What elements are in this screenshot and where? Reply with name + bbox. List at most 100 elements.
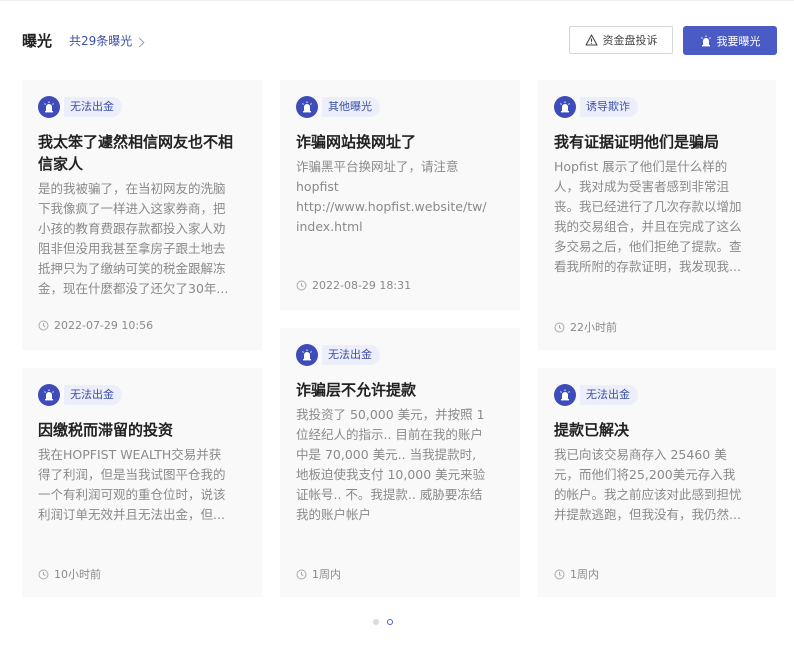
- excerpt-line: 我已向该交易商存入 25460 美: [554, 447, 727, 462]
- excerpt-line: 位经纪人的指示.. 目前在我的账户: [296, 427, 483, 442]
- category-tag: 无法出金: [38, 96, 246, 118]
- excerpt-line: 多交易之后，他们拒绝了提款。查: [554, 239, 742, 254]
- clock-icon: [296, 569, 307, 579]
- excerpt-line: 我的交易组合，并且在完成了这么: [554, 219, 742, 234]
- excerpt-line: 一个有利润可观的重仓位时，说该: [38, 487, 226, 502]
- card-excerpt: 我在HOPFIST WEALTH交易并获 得了利润，但是当我试图平仓我的 一个有…: [38, 445, 246, 525]
- excerpt-line: 阻非但没用我甚至拿房子跟土地去: [38, 241, 226, 256]
- category-tag: 诱导欺诈: [554, 96, 760, 118]
- alarm-icon: [296, 344, 318, 366]
- card-excerpt: 诈骗黑平台换网址了，请注意 hopfist http://www.hopfist…: [296, 157, 504, 237]
- carousel-pagination: [373, 619, 401, 625]
- excerpt-line: 金，现在什麼都没了还欠了30年...: [38, 281, 229, 296]
- excerpt-line: 地板迫使我支付 10,000 美元来验: [296, 467, 486, 482]
- excerpt-line: 得了利润，但是当我试图平仓我的: [38, 467, 226, 482]
- card-title-line: 我有证据证明他们是骗局: [554, 133, 720, 151]
- excerpt-line: 我投资了 50,000 美元，并按照 1: [296, 407, 485, 422]
- card-title-line: 诈骗网站换网址了: [296, 133, 417, 151]
- card-excerpt: 我已向该交易商存入 25460 美 元，而他们将25,200美元存入我 的帐户。…: [554, 445, 760, 525]
- excerpt-line: Hopfist 展示了他们是什么样的: [554, 159, 728, 174]
- clock-icon: [38, 569, 49, 579]
- category-label: 无法出金: [64, 385, 122, 405]
- alarm-icon: [38, 384, 60, 406]
- timestamp-text: 2022-07-29 10:56: [54, 319, 154, 332]
- card-title[interactable]: 因缴税而滞留的投资: [38, 419, 246, 441]
- pagination-dot-page-2-active[interactable]: [387, 619, 393, 625]
- expose-button-label: 我要曝光: [716, 34, 761, 48]
- excerpt-line: 看我所附的存款证明，我发现我...: [554, 259, 741, 274]
- clock-icon: [38, 320, 49, 331]
- excerpt-line: 的帐户。我之前应该对此感到担忧: [554, 487, 742, 502]
- card-timestamp: 2022-07-29 10:56: [38, 319, 153, 332]
- card-title-line: 提款已解决: [554, 421, 630, 439]
- alarm-icon: [38, 96, 60, 118]
- exposure-count-link[interactable]: 共29条曝光: [69, 34, 145, 49]
- warning-icon: [584, 34, 598, 46]
- category-label: 无法出金: [580, 385, 638, 405]
- excerpt-line: 中是 70,000 美元.. 当我提款时,: [296, 447, 477, 462]
- excerpt-line: 小孩的教育费跟存款都投入家人劝: [38, 221, 226, 236]
- excerpt-line: 利润订单无效并且无法出金，但...: [38, 507, 225, 522]
- expose-button[interactable]: 我要曝光: [683, 26, 777, 55]
- timestamp-text: 10小时前: [54, 568, 101, 581]
- card-title-line: 信家人: [38, 155, 84, 173]
- excerpt-line: 我在HOPFIST WEALTH交易并获: [38, 447, 222, 462]
- card-title-line: 我太笨了遽然相信网友也不相: [38, 133, 234, 151]
- chevron-right-icon: [134, 37, 145, 47]
- excerpt-line: 丧。我已经进行了几次存款以增加: [554, 199, 742, 214]
- card-timestamp: 22小时前: [554, 319, 617, 335]
- clock-icon: [296, 280, 307, 291]
- category-tag: 无法出金: [38, 384, 246, 406]
- category-label: 诱导欺诈: [580, 97, 638, 117]
- fund-scheme-complaint-button[interactable]: 资金盘投诉: [569, 26, 673, 54]
- exposure-card[interactable]: 其他曝光 诈骗网站换网址了 诈骗黑平台换网址了，请注意 hopfist http…: [280, 80, 520, 310]
- card-excerpt: 是的我被骗了，在当初网友的洗脑 下我像疯了一样进入这家券商，把 小孩的教育费跟存…: [38, 179, 246, 299]
- alarm-icon: [700, 35, 711, 46]
- card-timestamp: 1周内: [296, 566, 341, 582]
- clock-icon: [554, 322, 565, 332]
- card-excerpt: 我投资了 50,000 美元，并按照 1 位经纪人的指示.. 目前在我的账户 中…: [296, 405, 504, 525]
- excerpt-line: 下我像疯了一样进入这家券商，把: [38, 201, 226, 216]
- clock-icon: [554, 569, 565, 579]
- exposure-card[interactable]: 无法出金 提款已解决 我已向该交易商存入 25460 美 元，而他们将25,20…: [538, 368, 776, 597]
- card-timestamp: 10小时前: [38, 566, 101, 582]
- category-label: 其他曝光: [322, 97, 380, 117]
- exposure-card[interactable]: 无法出金 诈骗层不允许提款 我投资了 50,000 美元，并按照 1 位经纪人的…: [280, 328, 520, 597]
- category-label: 无法出金: [64, 97, 122, 117]
- pagination-dot-page-1[interactable]: [373, 619, 379, 625]
- card-title[interactable]: 诈骗层不允许提款: [296, 379, 504, 401]
- excerpt-line: http://www.hopfist.website/tw/: [296, 199, 487, 214]
- category-label: 无法出金: [322, 345, 380, 365]
- timestamp-text: 2022-08-29 18:31: [312, 279, 412, 292]
- timestamp-text: 1周内: [570, 568, 599, 581]
- timestamp-text: 22小时前: [570, 321, 617, 334]
- card-title-line: 因缴税而滞留的投资: [38, 421, 174, 439]
- exposure-card[interactable]: 无法出金 我太笨了遽然相信网友也不相 信家人 是的我被骗了，在当初网友的洗脑 下…: [22, 80, 262, 350]
- excerpt-line: 元，而他们将25,200美元存入我: [554, 467, 736, 482]
- card-timestamp: 2022-08-29 18:31: [296, 279, 411, 292]
- complaint-button-label: 资金盘投诉: [602, 34, 658, 47]
- card-title[interactable]: 诈骗网站换网址了: [296, 131, 504, 153]
- excerpt-line: 抵押只为了缴纳可笑的税金跟解冻: [38, 261, 226, 276]
- card-excerpt: Hopfist 展示了他们是什么样的 人，我对成为受害者感到非常沮 丧。我已经进…: [554, 157, 760, 277]
- card-title-line: 诈骗层不允许提款: [296, 381, 417, 399]
- card-title[interactable]: 提款已解决: [554, 419, 760, 441]
- exposure-card[interactable]: 诱导欺诈 我有证据证明他们是骗局 Hopfist 展示了他们是什么样的 人，我对…: [538, 80, 776, 350]
- excerpt-line: 诈骗黑平台换网址了，请注意: [296, 159, 459, 174]
- category-tag: 其他曝光: [296, 96, 504, 118]
- page-header: 曝光 共29条曝光 资金盘投诉 我要曝光: [22, 26, 777, 56]
- excerpt-line: 并提款逃跑，但我没有，我仍然...: [554, 507, 741, 522]
- alarm-icon: [554, 384, 576, 406]
- excerpt-line: 人，我对成为受害者感到非常沮: [554, 179, 730, 194]
- excerpt-line: hopfist: [296, 179, 339, 194]
- excerpt-line: 证帐号.. 不。我提款.. 威胁要冻结: [296, 487, 483, 502]
- page-title: 曝光: [22, 32, 53, 50]
- card-title[interactable]: 我太笨了遽然相信网友也不相 信家人: [38, 131, 246, 175]
- card-title[interactable]: 我有证据证明他们是骗局: [554, 131, 760, 153]
- exposure-card[interactable]: 无法出金 因缴税而滞留的投资 我在HOPFIST WEALTH交易并获 得了利润…: [22, 368, 262, 597]
- category-tag: 无法出金: [296, 344, 504, 366]
- excerpt-line: 我的账户帐户: [296, 507, 372, 522]
- alarm-icon: [296, 96, 318, 118]
- excerpt-line: index.html: [296, 219, 363, 234]
- top-divider: [0, 0, 794, 1]
